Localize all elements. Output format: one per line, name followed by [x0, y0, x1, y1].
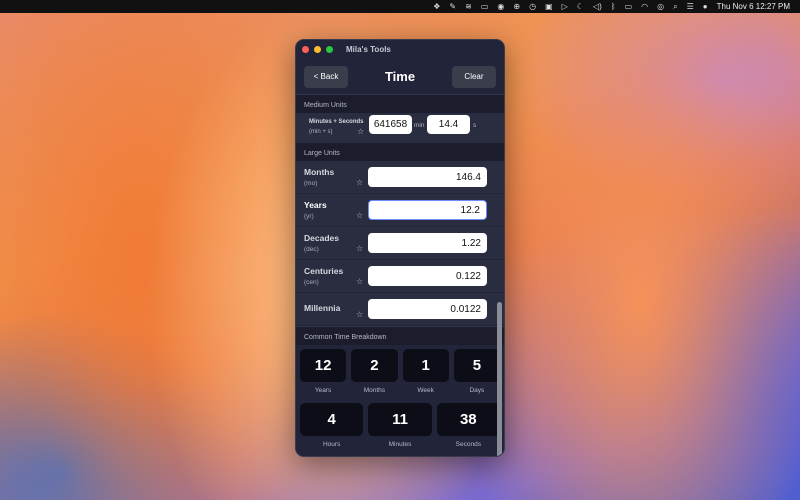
wifi-icon[interactable]: ◠ [641, 0, 648, 13]
favorite-star-icon[interactable]: ☆ [356, 277, 363, 286]
seconds-tile: 38 [436, 403, 500, 436]
control-center-icon[interactable]: ☰ [687, 0, 694, 13]
minutes-unit: min [414, 122, 425, 129]
months-input[interactable]: 146.4 [368, 167, 487, 187]
clear-button[interactable]: Clear [451, 65, 496, 88]
large-units-header: Large Units [296, 143, 504, 161]
battery-icon[interactable]: ▭ [625, 0, 633, 13]
hours-tile-label: Hours [322, 441, 341, 448]
zoom-window-button[interactable] [326, 46, 333, 53]
months-label: Months [304, 167, 335, 177]
minutes-seconds-label: Minutes + Seconds [309, 119, 364, 125]
vertical-scrollbar[interactable] [497, 302, 502, 456]
globe-icon[interactable]: ⊕ [513, 0, 520, 13]
window-title: Mila's Tools [346, 45, 391, 54]
back-button[interactable]: < Back [304, 65, 348, 88]
moon-icon[interactable]: ☾ [577, 0, 584, 13]
days-tile: 5 [453, 349, 500, 382]
b-icon[interactable]: ▣ [545, 0, 553, 13]
breakdown-header: Common Time Breakdown [296, 326, 504, 345]
centuries-row: Centuries (cen) ☆ 0.122 [296, 260, 504, 293]
months-tile-label: Months [363, 387, 386, 394]
close-window-button[interactable] [302, 46, 309, 53]
months-row: Months (mo) ☆ 146.4 [296, 161, 504, 194]
decades-row: Decades (dec) ☆ 1.22 [296, 227, 504, 260]
centuries-sub: (cen) [304, 279, 319, 286]
minimize-window-button[interactable] [314, 46, 321, 53]
bluetooth-icon[interactable]: ᛒ [611, 0, 616, 13]
minutes-input[interactable]: 641658 [369, 115, 412, 134]
months-tile: 2 [351, 349, 398, 382]
decades-input[interactable]: 1.22 [368, 233, 487, 253]
week-tile-label: Week [417, 387, 434, 394]
week-tile: 1 [402, 349, 449, 382]
timer-icon[interactable]: ◷ [529, 0, 536, 13]
millennia-label: Millennia [304, 302, 341, 313]
favorite-star-icon[interactable]: ☆ [356, 310, 363, 319]
dropbox-icon[interactable]: ❖ [433, 0, 440, 13]
years-tile: 12 [300, 349, 347, 382]
favorite-star-icon[interactable]: ☆ [356, 178, 363, 187]
millennia-input[interactable]: 0.0122 [368, 299, 487, 319]
volume-icon[interactable]: ◁) [593, 0, 602, 13]
seconds-tile-label: Seconds [455, 441, 481, 448]
screen-icon[interactable]: ▭ [481, 0, 489, 13]
minutes-tile-label: Minutes [388, 441, 412, 448]
centuries-input[interactable]: 0.122 [368, 266, 487, 286]
title-bar: Mila's Tools [296, 40, 504, 59]
days-tile-label: Days [469, 387, 485, 394]
play-icon[interactable]: ▷ [562, 0, 568, 13]
favorite-star-icon[interactable]: ☆ [356, 244, 363, 253]
medium-units-header: Medium Units [296, 95, 504, 113]
years-label: Years [304, 200, 327, 210]
nav-bar: < Back Time Clear [296, 59, 504, 95]
siri-icon[interactable]: ● [703, 0, 708, 13]
minutes-tile: 11 [368, 403, 432, 436]
centuries-label: Centuries [304, 266, 344, 276]
decades-sub: (dec) [304, 246, 319, 253]
app-window: Mila's Tools < Back Time Clear Medium Un… [295, 39, 505, 457]
search-icon[interactable]: ⌕ [673, 0, 677, 13]
minutes-seconds-sub: (min + s) [309, 129, 333, 135]
page-title: Time [384, 69, 416, 84]
hours-tile: 4 [300, 403, 364, 436]
chrome-icon[interactable]: ◉ [497, 0, 504, 13]
years-sub: (yr) [304, 213, 314, 220]
swirl-icon[interactable]: ≋ [465, 0, 472, 13]
millennia-row: Millennia ☆ 0.0122 [296, 293, 504, 326]
favorite-star-icon[interactable]: ☆ [356, 211, 363, 220]
menubar-clock[interactable]: Thu Nov 6 12:27 PM [717, 2, 790, 11]
seconds-unit: s [473, 122, 477, 129]
years-row: Years (yr) ☆ 12.2 [296, 194, 504, 227]
years-input[interactable]: 12.2 [368, 200, 487, 220]
favorite-star-icon[interactable]: ☆ [357, 127, 364, 136]
years-tile-label: Years [314, 387, 332, 394]
script-icon[interactable]: ✎ [449, 0, 456, 13]
content-scroll-area: Medium Units Minutes + Seconds (min + s)… [296, 95, 504, 456]
user-icon[interactable]: ◎ [657, 0, 664, 13]
menu-bar: ❖ ✎ ≋ ▭ ◉ ⊕ ◷ ▣ ▷ ☾ ◁) ᛒ ▭ ◠ ◎ ⌕ ☰ ● Thu… [0, 0, 800, 13]
breakdown-row-2: 4 Hours 11 Minutes 38 Seconds [296, 399, 504, 453]
decades-label: Decades [304, 233, 339, 243]
seconds-input[interactable]: 14.4 [427, 115, 470, 134]
minutes-seconds-row: Minutes + Seconds (min + s) ☆ 641658 min… [296, 113, 504, 143]
breakdown-row-1: 12 Years 2 Months 1 Week 5 Days [296, 345, 504, 399]
months-sub: (mo) [304, 180, 318, 187]
